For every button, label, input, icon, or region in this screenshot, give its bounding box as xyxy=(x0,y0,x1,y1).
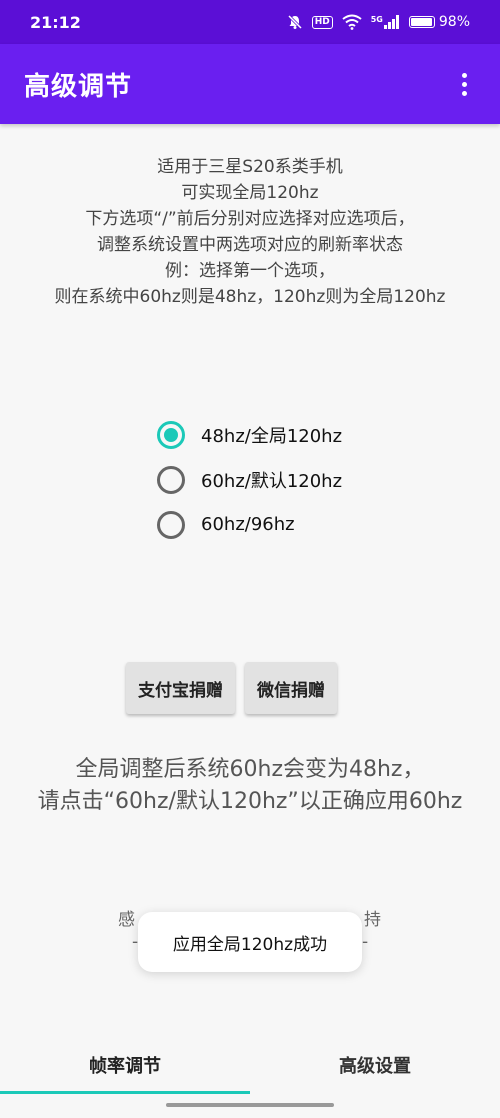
wechat-donate-button[interactable]: 微信捐赠 xyxy=(245,662,337,714)
status-time: 21:12 xyxy=(30,12,81,32)
notice-text: 全局调整后系统60hz会变为48hz， 请点击“60hz/默认120hz”以正确… xyxy=(0,754,500,818)
signal-group: 5G xyxy=(371,15,400,29)
hd-badge: HD xyxy=(311,15,333,29)
status-bar: 21:12 HD 5G 98% xyxy=(0,0,500,44)
radio-option-60hz-default120hz[interactable]: 60hz/默认120hz xyxy=(157,457,342,502)
signal-icon xyxy=(383,15,399,29)
radio-button[interactable] xyxy=(157,510,185,539)
description-line: 则在系统中60hz则是48hz，120hz则为全局120hz xyxy=(54,287,446,307)
radio-label: 60hz/96hz xyxy=(201,514,295,535)
dash-right: - xyxy=(362,932,369,952)
status-icons: HD 5G 98% xyxy=(287,14,470,30)
page-title: 高级调节 xyxy=(24,71,133,102)
home-indicator[interactable] xyxy=(166,1103,334,1107)
description-line: 例：选择第一个选项， xyxy=(165,261,335,281)
thanks-text-left: 感 xyxy=(118,910,135,930)
description-text: 适用于三星S20系类手机 可实现全局120hz 下方选项“/”前后分别对应选择对… xyxy=(0,154,500,310)
mute-icon xyxy=(287,14,302,30)
toast-message: 应用全局120hz成功 xyxy=(138,912,362,972)
radio-button[interactable] xyxy=(157,465,185,494)
battery-icon xyxy=(408,16,435,28)
description-line: 下方选项“/”前后分别对应选择对应选项后， xyxy=(85,209,415,229)
wifi-icon xyxy=(342,14,362,30)
radio-option-48hz-global120hz[interactable]: 48hz/全局120hz xyxy=(157,412,342,457)
notice-line: 全局调整后系统60hz会变为48hz， xyxy=(75,757,425,782)
description-line: 可实现全局120hz xyxy=(181,183,319,203)
alipay-donate-button[interactable]: 支付宝捐赠 xyxy=(126,662,235,714)
tab-advanced-settings[interactable]: 高级设置 xyxy=(250,1036,500,1094)
network-type-label: 5G xyxy=(370,15,383,24)
radio-button[interactable] xyxy=(157,420,185,449)
app-bar: 高级调节 xyxy=(0,44,500,124)
battery-level-fill xyxy=(410,18,433,26)
description-line: 适用于三星S20系类手机 xyxy=(157,157,343,177)
overflow-menu-icon[interactable] xyxy=(452,64,476,104)
refresh-rate-radio-group: 48hz/全局120hz 60hz/默认120hz 60hz/96hz xyxy=(157,412,342,547)
radio-label: 48hz/全局120hz xyxy=(201,425,343,447)
description-line: 调整系统设置中两选项对应的刷新率状态 xyxy=(97,235,403,255)
notice-line: 请点击“60hz/默认120hz”以正确应用60hz xyxy=(37,789,463,814)
battery-indicator: 98% xyxy=(408,14,470,30)
donate-buttons: 支付宝捐赠 微信捐赠 xyxy=(126,662,337,714)
bottom-navigation: 帧率调节 高级设置 xyxy=(0,1036,500,1094)
battery-percent: 98% xyxy=(438,14,470,30)
radio-label: 60hz/默认120hz xyxy=(201,470,343,492)
thanks-text-right: 持 xyxy=(364,910,381,930)
tab-frame-rate[interactable]: 帧率调节 xyxy=(0,1036,250,1094)
radio-option-60hz-96hz[interactable]: 60hz/96hz xyxy=(157,502,342,547)
